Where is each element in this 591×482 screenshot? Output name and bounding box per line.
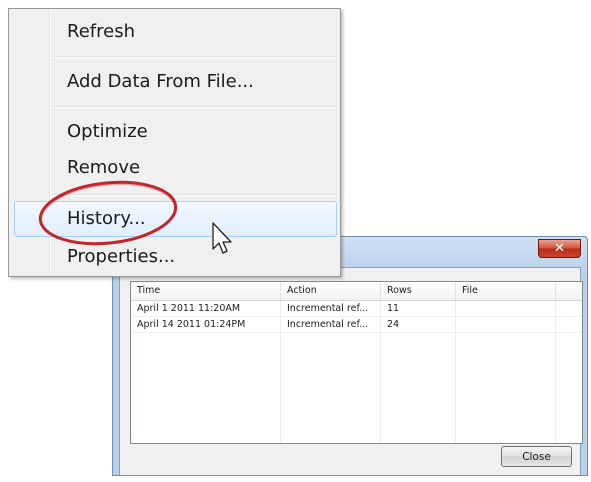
cell-rows: 24	[381, 317, 456, 332]
close-icon: ✕	[554, 241, 565, 256]
column-header-rows[interactable]: Rows	[381, 282, 456, 300]
window-close-button[interactable]: ✕	[538, 239, 581, 258]
cell-filler	[556, 317, 582, 332]
cell-action: Incremental ref...	[281, 317, 381, 332]
menu-item-history[interactable]: History...	[67, 202, 146, 236]
menu-item-refresh[interactable]: Refresh	[67, 15, 135, 49]
close-button[interactable]: Close	[501, 446, 572, 467]
table-row[interactable]: April 1 2011 11:20AM Incremental ref... …	[131, 301, 582, 317]
column-header-action[interactable]: Action	[281, 282, 381, 300]
mouse-pointer-icon	[212, 222, 232, 254]
table-body: April 1 2011 11:20AM Incremental ref... …	[131, 301, 582, 333]
cell-file	[456, 301, 556, 316]
context-menu: Refresh Add Data From File... Optimize R…	[8, 8, 341, 277]
menu-item-remove[interactable]: Remove	[67, 151, 140, 185]
cell-action: Incremental ref...	[281, 301, 381, 316]
menu-separator	[53, 56, 337, 58]
menu-separator	[53, 106, 337, 108]
menu-separator	[53, 194, 337, 196]
dialog-client-area: Time Action Rows File April 1 2011 11:20…	[119, 267, 583, 475]
column-header-file[interactable]: File	[456, 282, 556, 300]
cell-rows: 11	[381, 301, 456, 316]
column-header-time[interactable]: Time	[131, 282, 281, 300]
cell-time: April 14 2011 01:24PM	[131, 317, 281, 332]
menu-item-properties[interactable]: Properties...	[67, 240, 175, 274]
table-header: Time Action Rows File	[131, 282, 582, 301]
menu-item-optimize[interactable]: Optimize	[67, 115, 148, 149]
cell-file	[456, 317, 556, 332]
menu-item-add-data-from-file[interactable]: Add Data From File...	[67, 65, 254, 99]
history-table: Time Action Rows File April 1 2011 11:20…	[130, 281, 583, 444]
cell-time: April 1 2011 11:20AM	[131, 301, 281, 316]
column-header-filler	[556, 282, 582, 300]
table-row[interactable]: April 14 2011 01:24PM Incremental ref...…	[131, 317, 582, 333]
cell-filler	[556, 301, 582, 316]
menu-item-highlight	[14, 201, 337, 237]
